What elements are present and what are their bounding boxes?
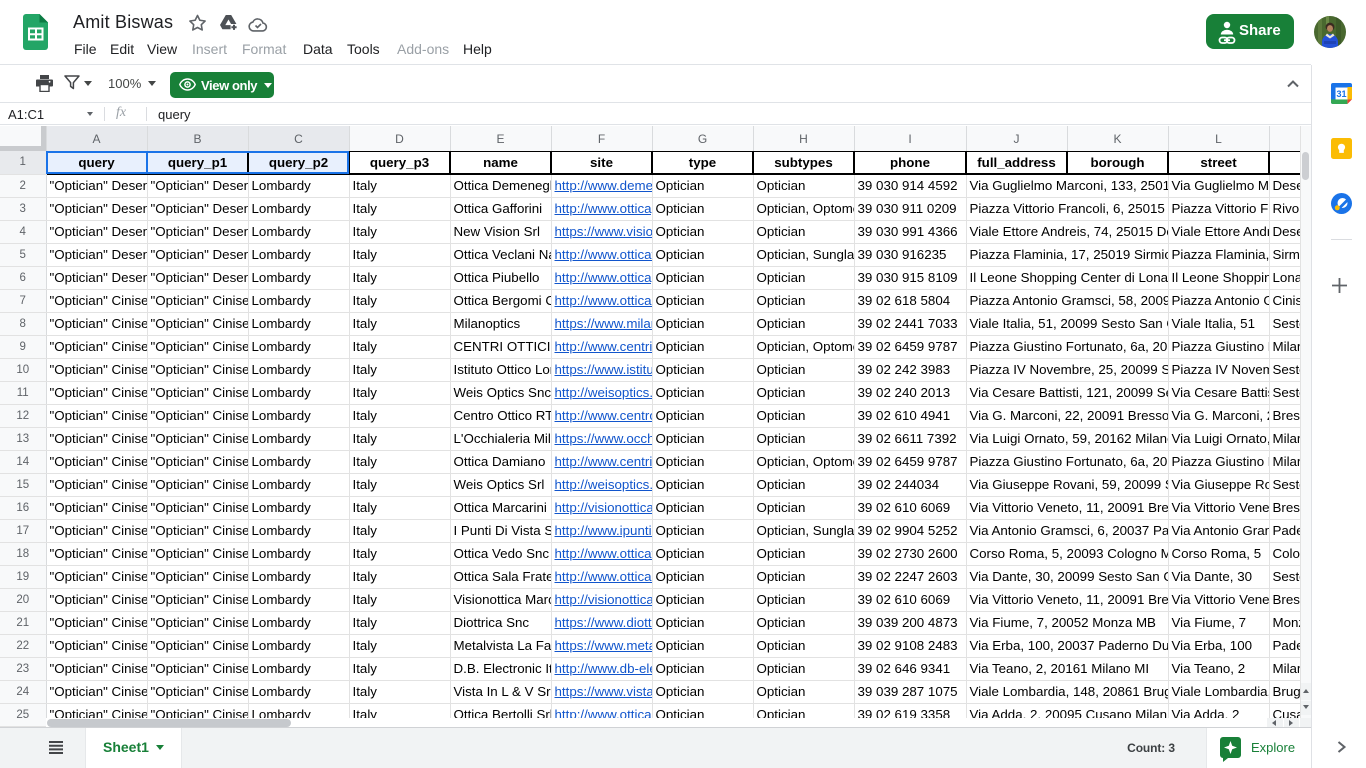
svg-text:31: 31 [1336, 89, 1346, 99]
